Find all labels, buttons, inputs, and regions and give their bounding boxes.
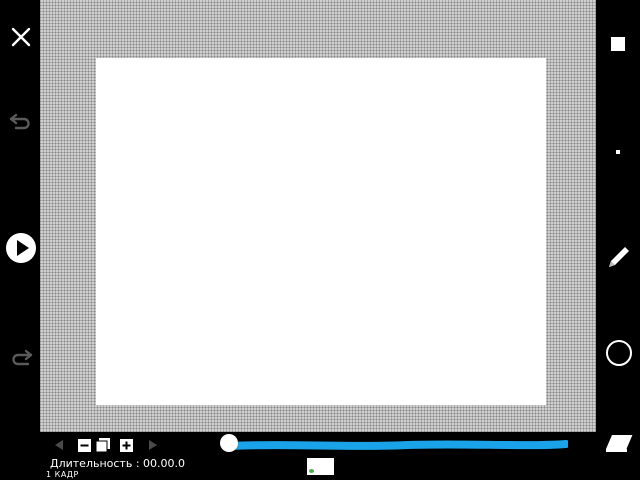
thumbnail-mark	[309, 469, 314, 473]
dot-brush-icon[interactable]	[610, 144, 626, 160]
right-toolbar	[596, 0, 640, 480]
prev-frame-icon[interactable]	[51, 437, 67, 453]
next-frame-icon[interactable]	[145, 437, 161, 453]
frame-count-label: 1 КАДР	[46, 470, 79, 479]
canvas-area	[40, 0, 596, 432]
duration-label: Длительность : 00.00.0	[50, 457, 186, 470]
timeline-handle[interactable]	[220, 434, 238, 452]
copy-frame-icon[interactable]	[95, 437, 111, 453]
redo-icon[interactable]	[7, 346, 35, 372]
timeline-slider[interactable]	[220, 434, 570, 452]
add-frame-icon[interactable]	[118, 437, 134, 453]
eraser-icon[interactable]	[602, 430, 636, 454]
left-toolbar	[0, 0, 40, 453]
square-brush-icon[interactable]	[608, 34, 628, 54]
drawing-canvas[interactable]	[96, 58, 546, 405]
circle-tool-icon[interactable]	[604, 338, 634, 368]
remove-frame-icon[interactable]	[76, 437, 92, 453]
pencil-icon[interactable]	[604, 242, 634, 272]
undo-icon[interactable]	[7, 108, 35, 134]
frame-thumbnail[interactable]	[307, 458, 334, 475]
close-icon[interactable]	[8, 24, 34, 50]
play-icon[interactable]	[4, 231, 38, 265]
